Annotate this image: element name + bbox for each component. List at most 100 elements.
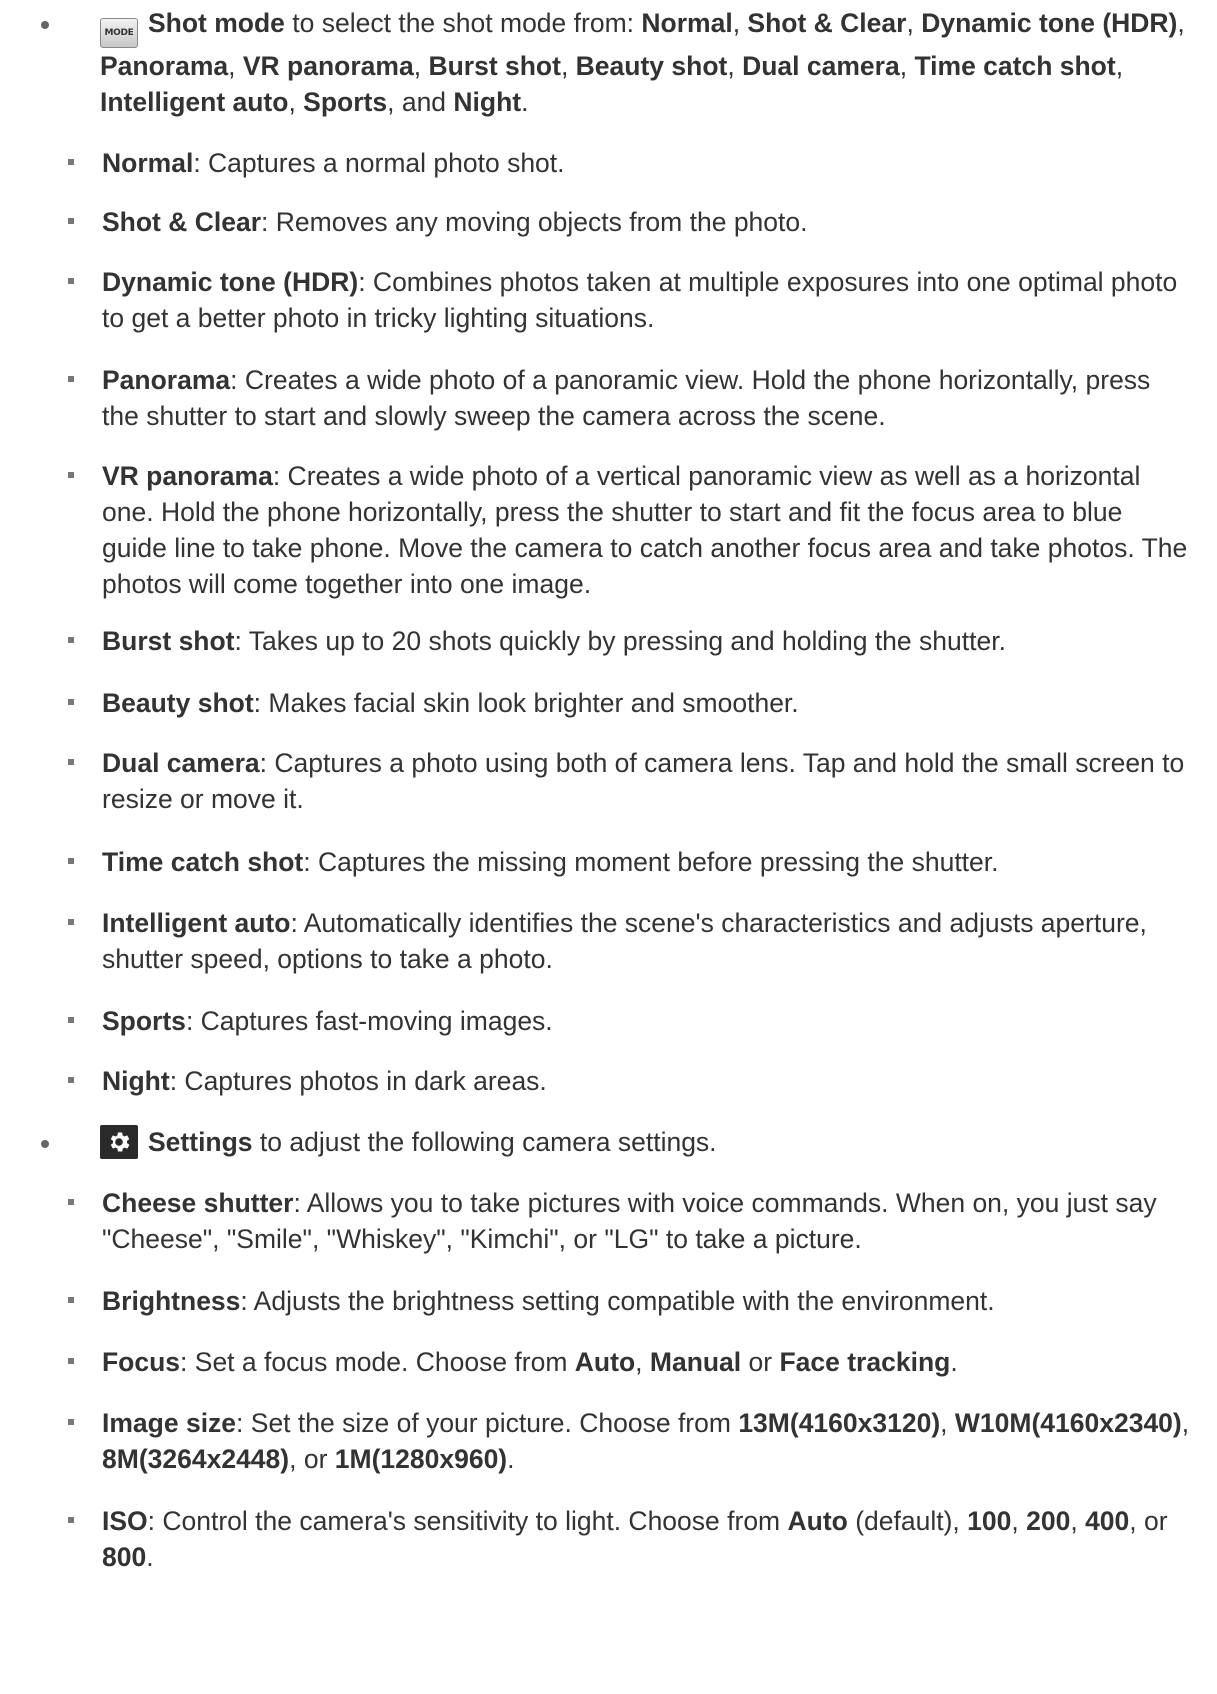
- bold-term: Shot & Clear: [747, 8, 907, 38]
- text-run: ,: [1115, 51, 1124, 81]
- text-run: : Captures fast-moving images.: [185, 1006, 553, 1036]
- bold-term: 1M(1280x960): [334, 1444, 508, 1474]
- text-run: ,: [1070, 1506, 1086, 1536]
- list-item: Time catch shot: Captures the missing mo…: [68, 844, 1192, 880]
- text-run: ,: [906, 8, 922, 38]
- bullet: [41, 21, 49, 29]
- settings-intro: Settings to adjust the following camera …: [148, 1127, 717, 1157]
- text-run: : Removes any moving objects from the ph…: [261, 207, 808, 237]
- bold-term: 13M(4160x3120): [738, 1408, 941, 1438]
- text-run: , or: [289, 1444, 335, 1474]
- list-item: Image size: Set the size of your picture…: [68, 1405, 1192, 1477]
- bold-term: Settings: [148, 1127, 253, 1157]
- bold-term: Dual camera: [742, 51, 900, 81]
- list-item: Burst shot: Takes up to 20 shots quickly…: [68, 623, 1192, 659]
- text-run: ,: [413, 51, 429, 81]
- text-run: ,: [1177, 8, 1185, 38]
- gear-icon: [100, 1125, 138, 1159]
- text-run: : Creates a wide photo of a panoramic vi…: [102, 365, 1151, 431]
- bold-term: ISO: [102, 1506, 148, 1536]
- text-run: : Set a focus mode. Choose from: [180, 1347, 575, 1377]
- bold-term: Dual camera: [102, 748, 260, 778]
- text-run: ,: [1011, 1506, 1027, 1536]
- list-item: Night: Captures photos in dark areas.: [68, 1063, 1192, 1099]
- text-run: , or: [1129, 1506, 1168, 1536]
- bold-term: Intelligent auto: [100, 87, 289, 117]
- bold-term: Sports: [102, 1006, 186, 1036]
- bold-term: Beauty shot: [102, 688, 254, 718]
- text-run: ,: [899, 51, 915, 81]
- bullet: [41, 1140, 49, 1148]
- bold-term: W10M(4160x2340): [954, 1408, 1182, 1438]
- text-run: or: [741, 1347, 780, 1377]
- text-run: : Makes facial skin look brighter and sm…: [253, 688, 799, 718]
- bold-term: Burst shot: [102, 626, 235, 656]
- bold-term: Shot mode: [148, 8, 285, 38]
- shot-mode-intro: Shot mode to select the shot mode from: …: [100, 8, 1185, 117]
- bold-term: Dynamic tone (HDR): [102, 267, 359, 297]
- text-run: (default),: [847, 1506, 968, 1536]
- list-item: Beauty shot: Makes facial skin look brig…: [68, 685, 1192, 721]
- text-run: : Captures photos in dark areas.: [169, 1066, 547, 1096]
- bold-term: Manual: [649, 1347, 742, 1377]
- text-run: ,: [288, 87, 304, 117]
- bold-term: Normal: [641, 8, 733, 38]
- text-run: : Set the size of your picture. Choose f…: [236, 1408, 739, 1438]
- bold-term: Face tracking: [779, 1347, 951, 1377]
- text-run: : Captures a photo using both of camera …: [102, 748, 1185, 814]
- bold-term: 800: [102, 1542, 147, 1572]
- list-item: Dynamic tone (HDR): Combines photos take…: [68, 264, 1192, 336]
- list-item: Focus: Set a focus mode. Choose from Aut…: [68, 1344, 1192, 1380]
- text-run: : Adjusts the brightness setting compati…: [240, 1286, 995, 1316]
- bold-term: Focus: [102, 1347, 181, 1377]
- bold-term: Time catch shot: [914, 51, 1116, 81]
- bold-term: Panorama: [100, 51, 229, 81]
- bold-term: Auto: [574, 1347, 636, 1377]
- bold-term: Night: [453, 87, 522, 117]
- bold-term: 400: [1085, 1506, 1130, 1536]
- text-run: .: [507, 1444, 515, 1474]
- text-run: ,: [732, 8, 748, 38]
- bold-term: Beauty shot: [575, 51, 728, 81]
- bold-term: 200: [1026, 1506, 1071, 1536]
- mode-icon: MODE: [100, 18, 138, 48]
- text-run: ,: [727, 51, 743, 81]
- text-run: : Captures a normal photo shot.: [193, 148, 565, 178]
- bold-term: Panorama: [102, 365, 231, 395]
- list-item: Normal: Captures a normal photo shot.: [68, 145, 1192, 181]
- list-item: Intelligent auto: Automatically identifi…: [68, 905, 1192, 977]
- bold-term: Brightness: [102, 1286, 241, 1316]
- text-run: .: [521, 87, 529, 117]
- bold-term: Burst shot: [428, 51, 561, 81]
- list-item: Sports: Captures fast-moving images.: [68, 1003, 1192, 1039]
- list-item: Dual camera: Captures a photo using both…: [68, 745, 1192, 817]
- text-run: : Captures the missing moment before pre…: [303, 847, 999, 877]
- bold-term: Dynamic tone (HDR): [921, 8, 1178, 38]
- list-item: Brightness: Adjusts the brightness setti…: [68, 1283, 1192, 1319]
- bold-term: Normal: [102, 148, 194, 178]
- bold-term: Night: [102, 1066, 170, 1096]
- list-item: Shot & Clear: Removes any moving objects…: [68, 204, 1192, 240]
- bold-term: Time catch shot: [102, 847, 304, 877]
- text-run: ,: [1181, 1408, 1190, 1438]
- text-run: ,: [940, 1408, 955, 1438]
- text-run: , and: [387, 87, 454, 117]
- text-run: to select the shot mode from:: [284, 8, 642, 38]
- list-item: ISO: Control the camera's sensitivity to…: [68, 1503, 1192, 1575]
- bold-term: Cheese shutter: [102, 1188, 294, 1218]
- text-run: to adjust the following camera settings.: [252, 1127, 717, 1157]
- text-run: ,: [228, 51, 243, 81]
- shot-mode-item: MODE Shot mode to select the shot mode fr…: [41, 5, 1190, 120]
- list-item: VR panorama: Creates a wide photo of a v…: [68, 458, 1192, 602]
- text-run: : Takes up to 20 shots quickly by pressi…: [234, 626, 1006, 656]
- text-run: .: [146, 1542, 154, 1572]
- list-item: Panorama: Creates a wide photo of a pano…: [68, 362, 1192, 434]
- bold-term: 8M(3264x2448): [102, 1444, 290, 1474]
- bold-term: VR panorama: [242, 51, 414, 81]
- bold-term: Intelligent auto: [102, 908, 291, 938]
- text-run: ,: [560, 51, 576, 81]
- bold-term: Sports: [303, 87, 388, 117]
- text-run: ,: [635, 1347, 650, 1377]
- bold-term: VR panorama: [102, 461, 273, 491]
- list-item: Cheese shutter: Allows you to take pictu…: [68, 1185, 1192, 1257]
